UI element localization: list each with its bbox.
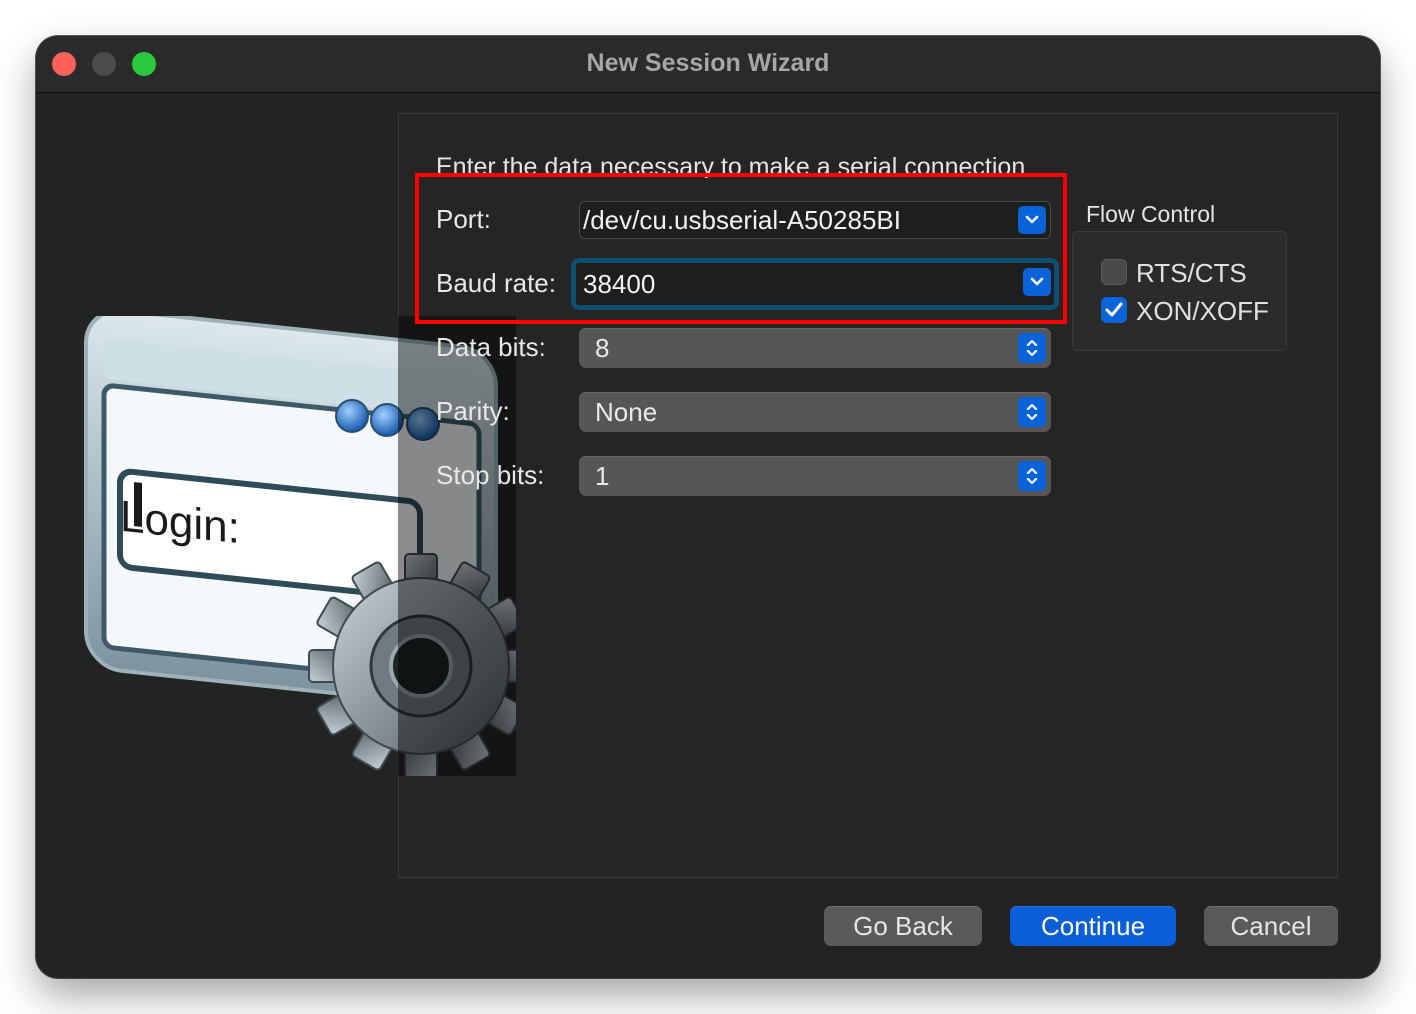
go-back-button[interactable]: Go Back xyxy=(824,906,982,946)
continue-button[interactable]: Continue xyxy=(1010,906,1176,946)
stop-bits-popup[interactable]: 1 xyxy=(579,456,1051,496)
data-bits-stepper-button[interactable] xyxy=(1018,333,1046,363)
xon-xoff-label: XON/XOFF xyxy=(1136,296,1269,326)
stop-bits-value: 1 xyxy=(595,461,610,491)
flow-control-title: Flow Control xyxy=(1086,201,1216,227)
title-bar: New Session Wizard xyxy=(36,36,1380,93)
up-down-chevron-icon xyxy=(1026,467,1038,485)
xon-xoff-checkbox[interactable] xyxy=(1101,297,1127,323)
parity-label: Parity: xyxy=(436,396,510,426)
cancel-button[interactable]: Cancel xyxy=(1204,906,1338,946)
data-bits-value: 8 xyxy=(595,333,610,363)
wizard-window: New Session Wizard Login: Enter the data… xyxy=(36,36,1380,978)
login-gear-illustration: Login: xyxy=(84,316,516,776)
data-bits-popup[interactable]: 8 xyxy=(579,328,1051,368)
parity-value: None xyxy=(595,397,658,427)
parity-popup[interactable]: None xyxy=(579,392,1051,432)
stop-bits-label: Stop bits: xyxy=(436,460,545,490)
up-down-chevron-icon xyxy=(1026,403,1038,421)
stop-bits-stepper-button[interactable] xyxy=(1018,461,1046,491)
data-bits-label: Data bits: xyxy=(436,332,546,362)
highlight-annotation xyxy=(415,173,1067,324)
rts-cts-label: RTS/CTS xyxy=(1136,258,1247,288)
up-down-chevron-icon xyxy=(1026,339,1038,357)
window-title: New Session Wizard xyxy=(586,49,830,77)
checkmark-icon xyxy=(1105,302,1123,317)
flow-control-group xyxy=(1072,231,1287,351)
parity-stepper-button[interactable] xyxy=(1018,397,1046,427)
rts-cts-checkbox[interactable] xyxy=(1101,259,1127,285)
